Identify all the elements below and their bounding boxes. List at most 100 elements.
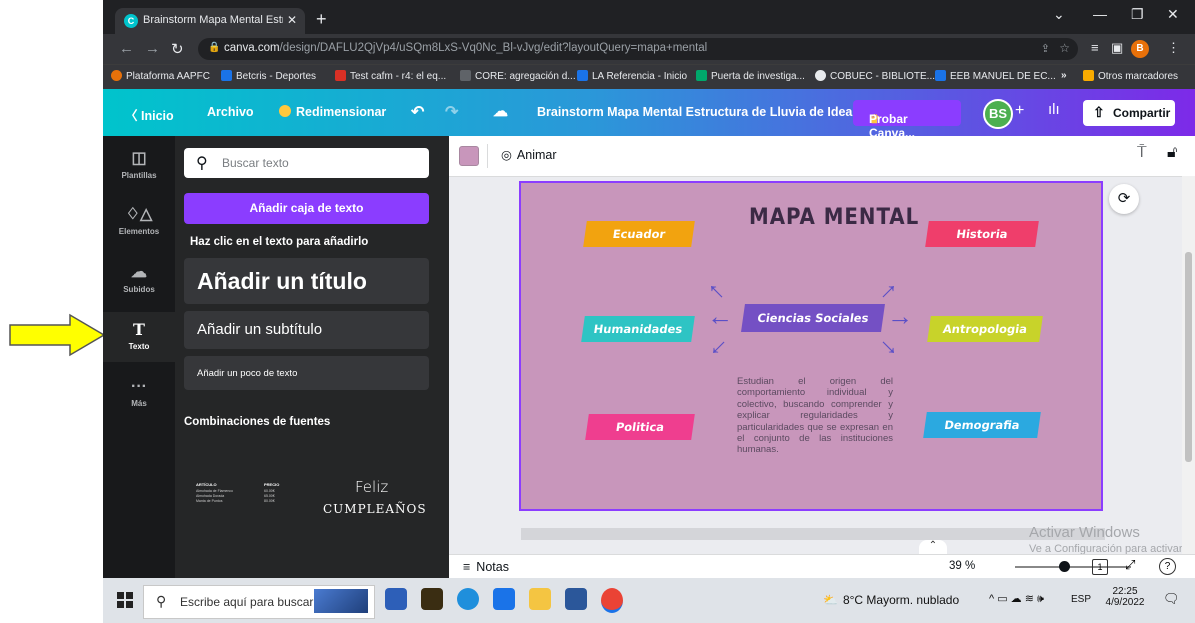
lock-icon[interactable]: 🔓︎	[1167, 144, 1177, 162]
page-strip	[521, 528, 1105, 540]
clock[interactable]: 22:25 4/9/2022	[1103, 586, 1147, 608]
side-panel-icon[interactable]: ▣	[1111, 40, 1123, 56]
zoom-slider-handle[interactable]	[1059, 561, 1070, 572]
bookmark-item[interactable]: Betcris - Deportes	[221, 70, 316, 82]
other-bookmarks-folder[interactable]: Otros marcadores	[1083, 70, 1178, 82]
chrome-app-icon[interactable]	[601, 588, 623, 613]
paint-roller-icon[interactable]: ⍑	[1137, 144, 1147, 162]
search-text-input[interactable]: ⚲ Buscar texto	[184, 148, 429, 178]
font-combo-birthday[interactable]: Feliz CUMPLEAÑOS	[315, 456, 427, 546]
windows-start-icon[interactable]	[117, 592, 133, 608]
tray-icons[interactable]: ^ ▭ ☁ ≋ 🕪︎	[989, 592, 1044, 606]
browser-window: C Brainstorm Mapa Mental Estructu ✕ + ⌄ …	[103, 0, 1195, 623]
forward-icon[interactable]: →	[145, 40, 160, 57]
profile-avatar[interactable]: B	[1131, 40, 1149, 58]
cloud-saved-icon[interactable]: ☁	[493, 102, 508, 120]
rail-item-plantillas[interactable]: ◫ Plantillas	[103, 148, 175, 192]
show-pages-chevron-icon[interactable]: ⌃	[919, 540, 947, 554]
rail-item-texto[interactable]: T Texto	[103, 312, 175, 362]
notifications-icon[interactable]: 🗨︎	[1163, 591, 1180, 607]
tab-title: Brainstorm Mapa Mental Estructu	[143, 14, 283, 26]
zoom-slider[interactable]	[1015, 566, 1131, 568]
share-icon[interactable]: ⇪	[1041, 42, 1050, 55]
node-antropologia[interactable]: Antropologia	[927, 316, 1043, 342]
bookmark-item[interactable]: Plataforma AAPFC	[111, 70, 210, 82]
center-node[interactable]: Ciencias Sociales	[741, 304, 885, 332]
redo-icon[interactable]: ↷	[445, 102, 458, 122]
kebab-menu-icon[interactable]: ⋮	[1167, 40, 1180, 56]
bookmarks-overflow-button[interactable]: »	[1061, 70, 1067, 81]
animar-button[interactable]: ◎ Animar	[501, 147, 557, 162]
mindmap-title[interactable]: MAPA MENTAL	[749, 205, 919, 230]
node-ecuador[interactable]: Ecuador	[583, 221, 695, 247]
analytics-icon[interactable]: ılı	[1048, 101, 1060, 118]
zoom-value[interactable]: 39 %	[949, 560, 975, 572]
app-pin-icon[interactable]	[421, 588, 443, 610]
bookmark-item[interactable]: Puerta de investiga...	[696, 70, 805, 82]
background-color-swatch[interactable]	[459, 146, 479, 166]
node-humanidades[interactable]: Humanidades	[581, 316, 695, 342]
bookmark-favicon-icon	[815, 70, 826, 81]
restore-button[interactable]: ❐	[1131, 6, 1144, 23]
browser-tab[interactable]: C Brainstorm Mapa Mental Estructu ✕	[115, 8, 305, 34]
page-count-button[interactable]: 1	[1092, 559, 1108, 575]
bookmark-item[interactable]: Test cafm - r4: el eq...	[335, 70, 446, 82]
description-paragraph[interactable]: Estudian el origen del comportamiento in…	[737, 376, 893, 456]
add-collaborator-icon[interactable]: +	[1015, 102, 1024, 120]
scrollbar-thumb[interactable]	[1185, 252, 1192, 462]
probar-canva-pro-button[interactable]: ♛ Probar Canva...	[853, 100, 961, 140]
design-page[interactable]: MAPA MENTAL Ecuador Historia Humanidades…	[519, 181, 1103, 511]
regenerate-icon[interactable]: ⟳	[1109, 184, 1139, 214]
file-explorer-icon[interactable]	[529, 588, 551, 610]
add-subtitle-option[interactable]: Añadir un subtítulo	[184, 311, 429, 349]
new-tab-button[interactable]: +	[316, 9, 327, 30]
redimensionar-button[interactable]: Redimensionar	[279, 105, 386, 119]
rail-item-subidos[interactable]: ☁ Subidos	[103, 262, 175, 306]
inicio-button[interactable]: 〈 Inicio	[125, 105, 174, 124]
rail-item-mas[interactable]: ··· Más	[103, 378, 175, 422]
undo-icon[interactable]: ↶	[411, 102, 424, 122]
taskbar-search-input[interactable]: ⚲ Escribe aquí para buscar	[143, 585, 375, 619]
crown-icon	[279, 105, 291, 117]
vertical-scrollbar[interactable]	[1182, 176, 1195, 578]
node-demografia[interactable]: Demografia	[923, 412, 1041, 438]
arrow-down-right-icon: ↑	[874, 333, 906, 365]
close-window-button[interactable]: ✕	[1167, 6, 1179, 23]
language-indicator[interactable]: ESP	[1071, 594, 1091, 605]
search-placeholder: Buscar texto	[222, 156, 289, 170]
add-title-option[interactable]: Añadir un título	[184, 258, 429, 304]
chevron-down-icon[interactable]: ⌄	[1053, 6, 1065, 23]
document-title[interactable]: Brainstorm Mapa Mental Estructura de Llu…	[537, 105, 863, 119]
add-body-text-option[interactable]: Añadir un poco de texto	[184, 356, 429, 390]
back-icon[interactable]: ←	[119, 40, 134, 57]
chevron-left-icon: 〈	[125, 109, 141, 123]
notas-button[interactable]: ≡ Notas	[463, 560, 509, 574]
close-tab-icon[interactable]: ✕	[287, 13, 297, 27]
edge-browser-icon[interactable]	[457, 588, 479, 610]
node-historia[interactable]: Historia	[925, 221, 1039, 247]
add-textbox-button[interactable]: Añadir caja de texto	[184, 193, 429, 224]
star-icon[interactable]: ☆	[1059, 41, 1070, 55]
lock-icon: 🔒	[208, 42, 221, 53]
arrow-right-icon: →	[887, 301, 913, 331]
rail-item-elementos[interactable]: ♢△ Elementos	[103, 204, 175, 248]
reading-list-icon[interactable]: ≡	[1091, 40, 1099, 55]
archivo-menu[interactable]: Archivo	[207, 105, 254, 119]
user-avatar[interactable]: BS	[983, 99, 1013, 129]
taskview-app-icon[interactable]	[385, 588, 407, 610]
bookmark-item[interactable]: CORE: agregación d...	[460, 70, 576, 82]
bookmark-item[interactable]: COBUEC - BIBLIOTE...	[815, 70, 935, 82]
weather-widget[interactable]: ⛅ 8°C Mayorm. nublado	[823, 593, 959, 607]
bookmark-item[interactable]: LA Referencia - Inicio	[577, 70, 687, 82]
word-app-icon[interactable]	[565, 588, 587, 610]
node-politica[interactable]: Politica	[585, 414, 695, 440]
fullscreen-icon[interactable]: ⤢	[1125, 557, 1135, 573]
font-combo-price-list[interactable]: ARTÍCULO PRECIO Almohada de Flamenco Alm…	[184, 456, 304, 546]
reload-icon[interactable]: ↻	[171, 40, 184, 58]
minimize-button[interactable]: —	[1093, 6, 1107, 22]
bookmark-item[interactable]: EEB MANUEL DE EC...	[935, 70, 1056, 82]
url-input[interactable]: 🔒 canva.com/design/DAFLU2QjVp4/uSQm8LxS-…	[198, 38, 1078, 60]
help-icon[interactable]: ?	[1159, 558, 1176, 575]
compartir-button[interactable]: ⇧ Compartir	[1083, 100, 1175, 126]
zoom-app-icon[interactable]	[493, 588, 515, 610]
